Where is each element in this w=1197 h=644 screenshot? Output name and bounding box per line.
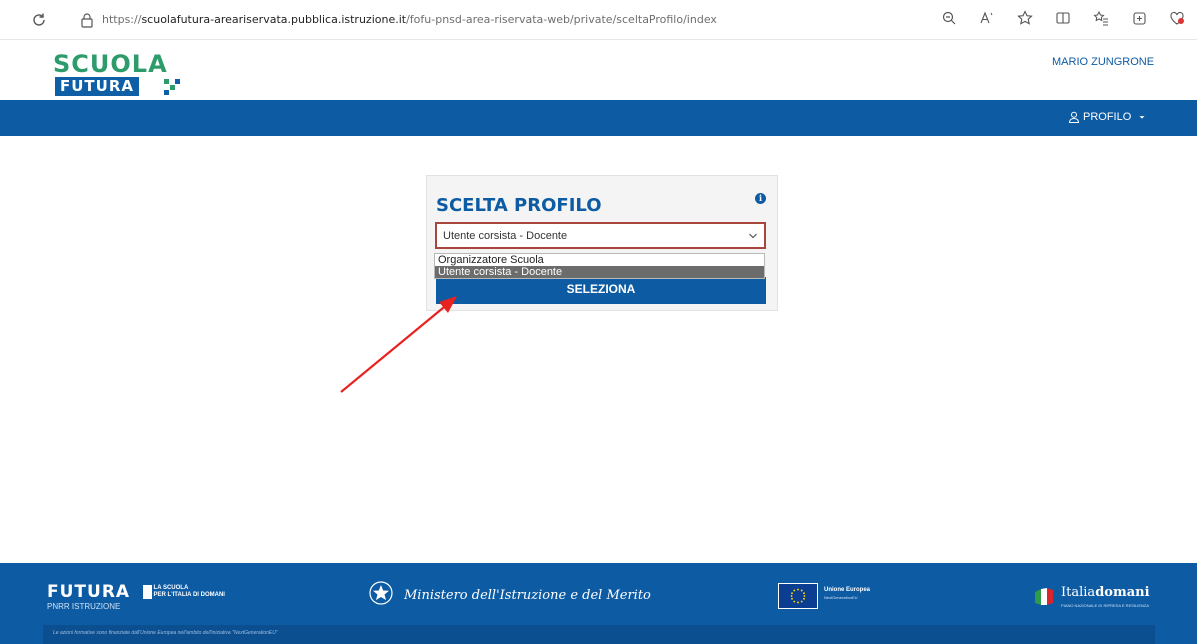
italian-republic-emblem-icon [369,581,393,605]
url-text[interactable]: https://scuolafutura-areariservata.pubbl… [102,13,717,26]
url-prefix: https:// [102,13,142,26]
footer-pnrr-label: PNRR ISTRUZIONE [47,602,121,611]
footer-futura-sub-line-1: LA SCUOLA [153,585,189,591]
dropdown-option[interactable]: Organizzatore Scuola [435,254,764,266]
url-path: /fofu-pnsd-area-riservata-web/private/sc… [406,13,717,26]
profile-menu-label: PROFILO [1083,111,1132,123]
profile-select[interactable]: Utente corsista - Docente [435,222,766,249]
footer-futura-subtitle: LA SCUOLA PER L'ITALIA DI DOMANI [142,585,225,599]
eu-sublabel: NextGenerationEU [824,595,858,600]
eu-flag-icon [778,583,818,609]
profile-dropdown-list: Organizzatore Scuola Utente corsista - D… [434,253,765,279]
browser-actions [941,10,1185,30]
logo-top-text: SCUOLA [53,50,168,78]
read-aloud-icon[interactable] [979,10,995,26]
profile-selection-card: SCELTA PROFILO i Utente corsista - Docen… [426,175,778,311]
address-bar[interactable]: https://scuolafutura-areariservata.pubbl… [70,7,940,33]
caret-down-icon [1139,116,1145,119]
eu-label: Unione Europea [824,587,871,593]
lock-icon[interactable] [80,12,94,28]
info-icon[interactable]: i [755,193,766,204]
url-domain: scuolafutura-areariservata.pubblica.istr… [141,13,407,26]
favorite-icon[interactable] [1017,10,1033,26]
footer-note: Le azioni formative sono finanziate dall… [53,630,278,636]
browser-essentials-icon[interactable] [1169,10,1185,26]
footer-futura-sub-line-2: PER L'ITALIA DI DOMANI [153,592,225,598]
footer-note-strip: Le azioni formative sono finanziate dall… [43,625,1155,644]
footer: FUTURA LA SCUOLA PER L'ITALIA DI DOMANI P… [0,563,1197,644]
reload-icon[interactable] [30,11,48,29]
user-icon [1068,111,1080,123]
italia-domani-prefix: Italia [1061,585,1096,600]
profile-menu[interactable]: PROFILO [1068,111,1147,123]
profile-select-value: Utente corsista - Docente [443,230,568,242]
user-name[interactable]: MARIO ZUNGRONE [1052,56,1154,68]
italia-domani-bold: domani [1095,585,1150,600]
card-title: SCELTA PROFILO [436,195,602,216]
italia-domani-sublabel: PIANO NAZIONALE DI RIPRESA E RESILIENZA [1061,603,1150,608]
seleziona-button[interactable]: SELEZIONA [436,277,766,304]
browser-toolbar: https://scuolafutura-areariservata.pubbl… [0,0,1197,40]
red-arrow-annotation [340,296,457,393]
favorites-bar-icon[interactable] [1093,10,1109,26]
zoom-icon[interactable] [941,10,957,26]
main-nav-bar: PROFILO [0,100,1197,136]
italia-domani-label: Italiadomani [1061,585,1150,600]
chevron-down-icon [749,233,757,239]
dropdown-option-selected[interactable]: Utente corsista - Docente [435,266,764,278]
logo-pixel-icon [164,79,180,95]
logo-bottom-text: FUTURA [55,77,139,96]
footer-futura-logo[interactable]: FUTURA LA SCUOLA PER L'ITALIA DI DOMANI [47,582,225,602]
collections-icon[interactable] [1131,10,1147,26]
italia-domani-flag-icon [1035,588,1053,605]
footer-ministero-label: Ministero dell'Istruzione e del Merito [404,588,651,603]
footer-futura-word: FUTURA [47,582,131,602]
scuola-futura-logo[interactable]: SCUOLA FUTURA [53,52,193,100]
split-screen-icon[interactable] [1055,10,1071,26]
